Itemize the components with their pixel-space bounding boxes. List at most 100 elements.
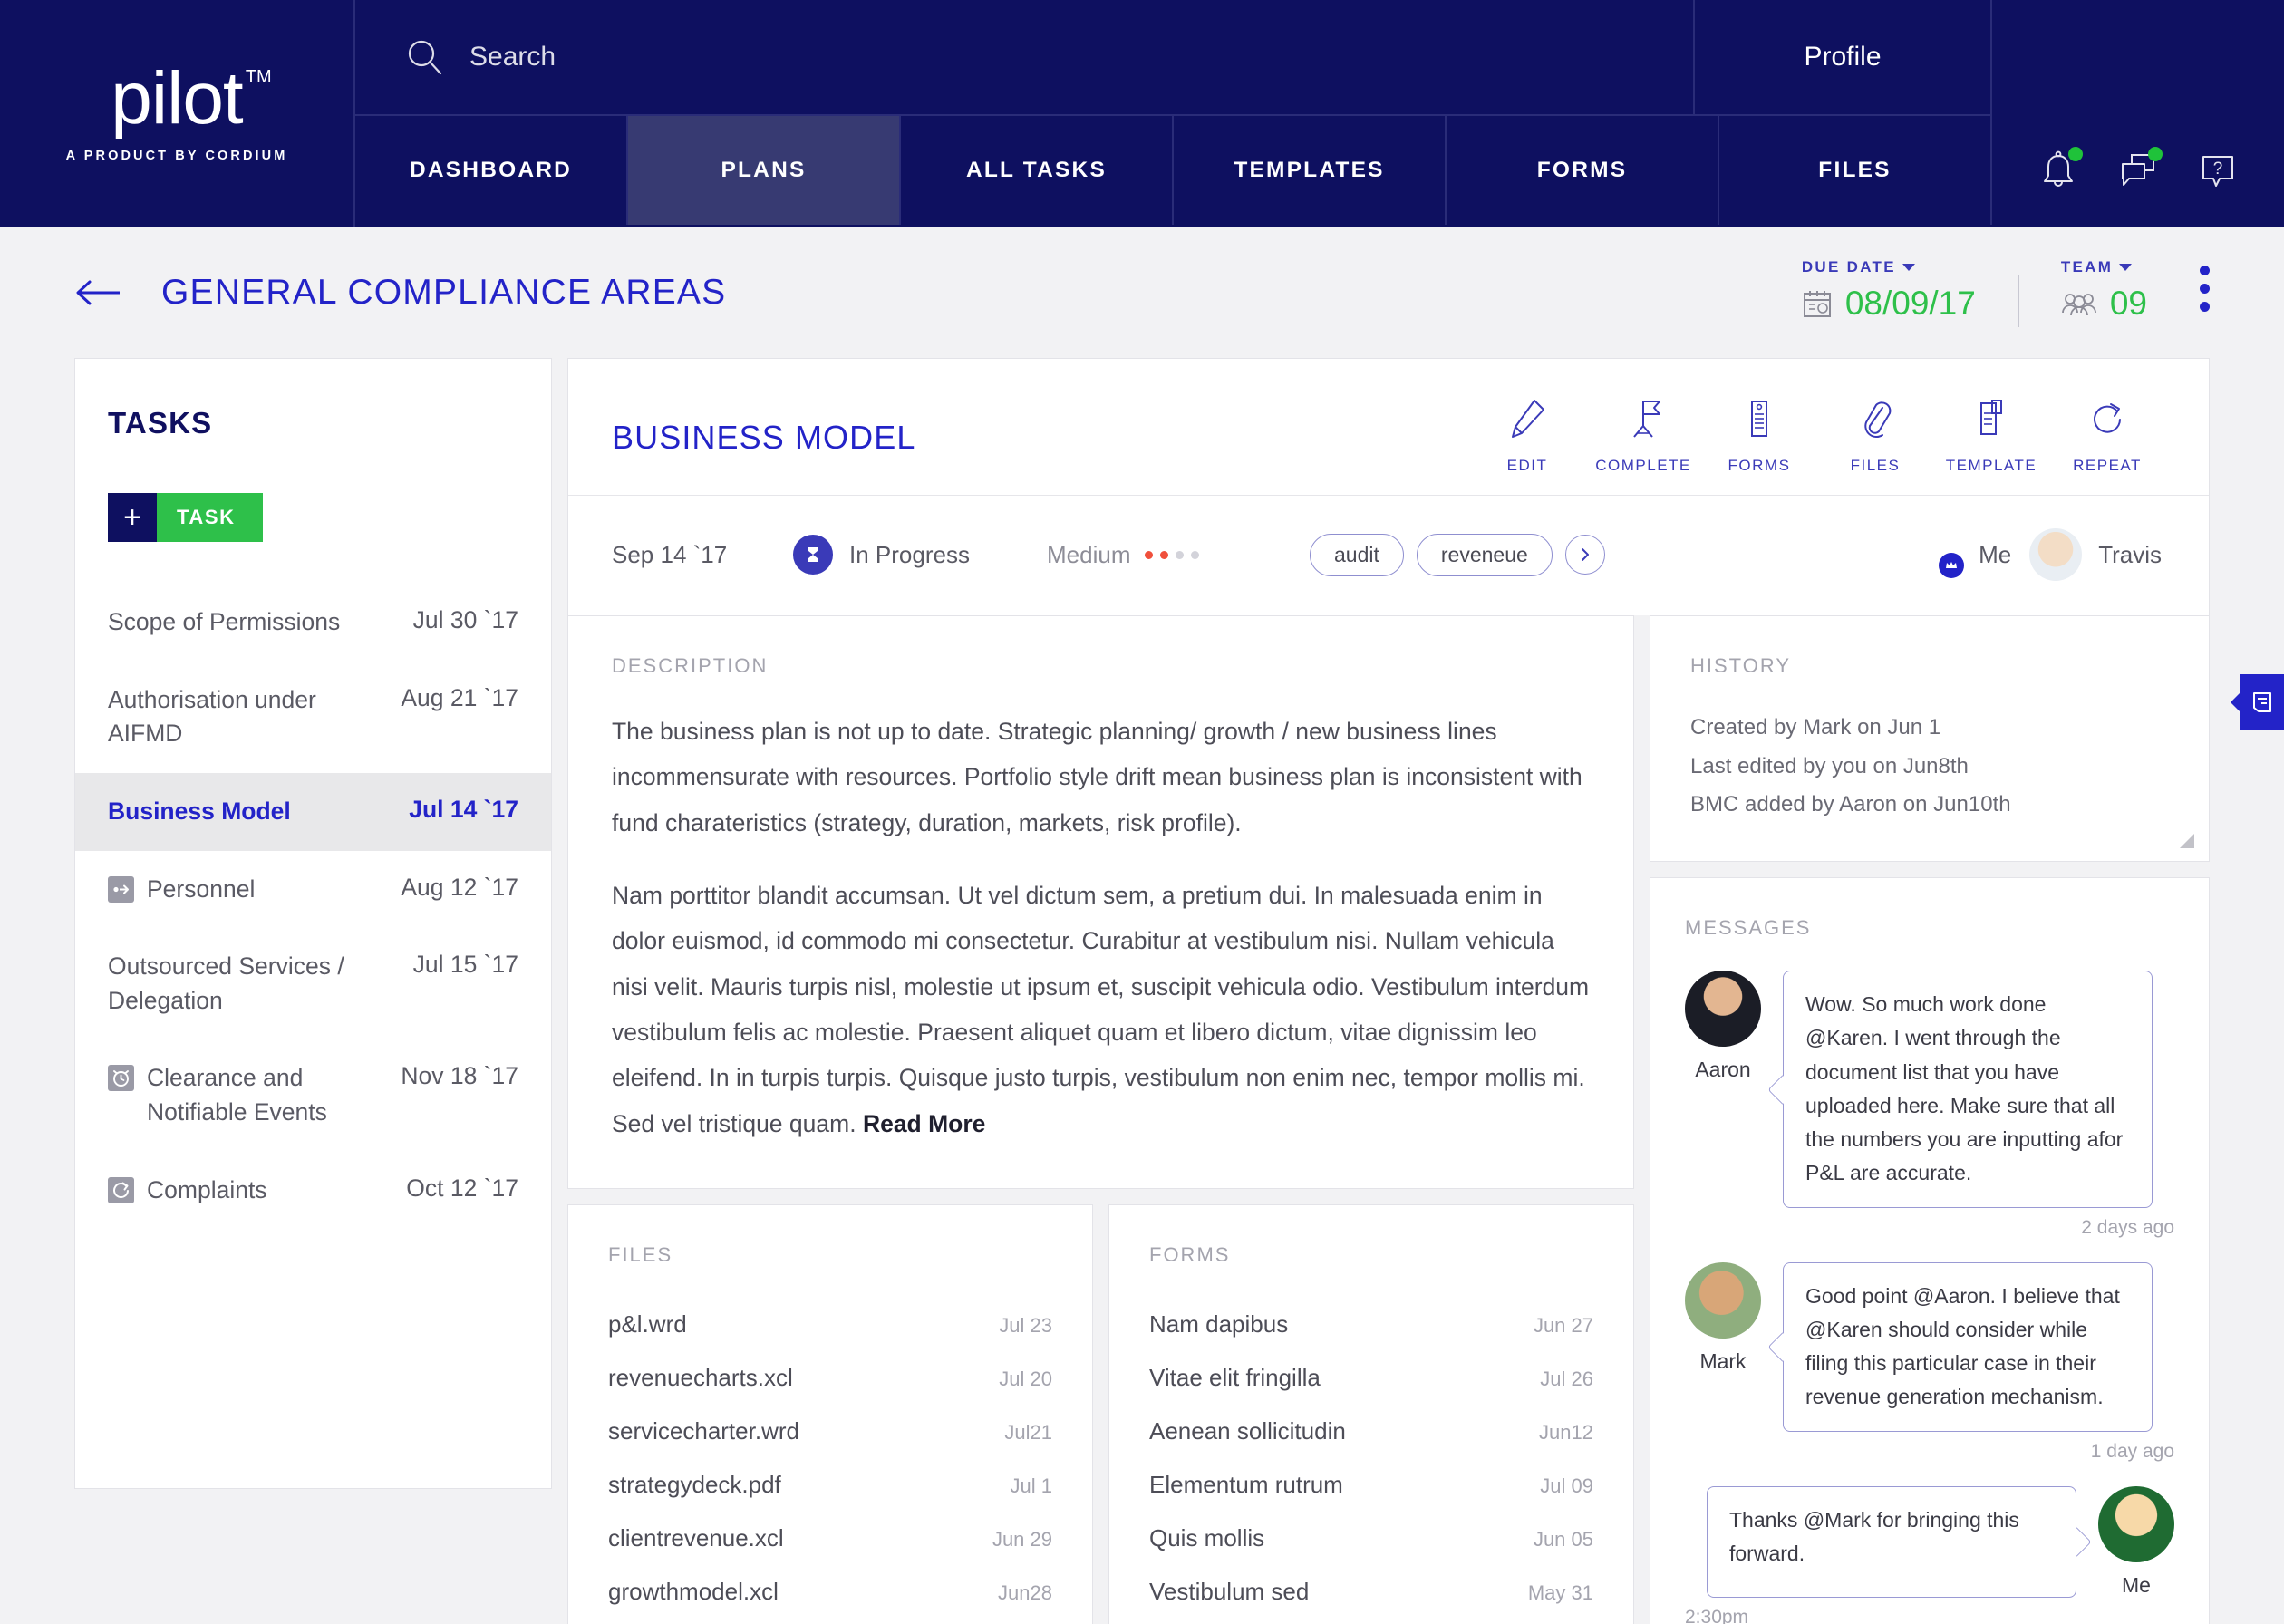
due-date-label-text: DUE DATE bbox=[1802, 258, 1896, 276]
file-row[interactable]: growthmodel.xclJun28 bbox=[608, 1565, 1052, 1619]
task-list-item[interactable]: Scope of Permissions Jul 30 `17 bbox=[75, 584, 551, 662]
task-status[interactable]: In Progress bbox=[793, 535, 1047, 575]
form-row[interactable]: Vitae elit fringillaJul 26 bbox=[1149, 1351, 1593, 1405]
profile-label: Profile bbox=[1804, 42, 1881, 72]
tab-dashboard[interactable]: DASHBOARD bbox=[355, 116, 628, 225]
file-row[interactable]: revenuecharts.xclJul 20 bbox=[608, 1351, 1052, 1405]
assignee-travis[interactable]: Travis bbox=[2029, 528, 2162, 581]
form-row[interactable]: MetusMay 25 bbox=[1149, 1619, 1593, 1624]
repeat-label: REPEAT bbox=[2073, 457, 2142, 475]
file-row[interactable]: p&l.wrdJul 23 bbox=[608, 1298, 1052, 1351]
nav-icons-spacer bbox=[1992, 0, 2284, 116]
description-card: DESCRIPTION The business plan is not up … bbox=[567, 615, 1634, 1189]
due-date-value-row: 08/09/17 bbox=[1802, 285, 1976, 323]
team-group[interactable]: TEAM 09 bbox=[2061, 258, 2147, 323]
forms-label: FORMS bbox=[1149, 1243, 1593, 1267]
search-input[interactable]: Search bbox=[469, 42, 556, 72]
task-date: Nov 18 `17 bbox=[401, 1061, 518, 1090]
tags-more-button[interactable] bbox=[1565, 535, 1605, 575]
task-list-item[interactable]: Authorisation under AIFMD Aug 21 `17 bbox=[75, 662, 551, 773]
files-card: FILES p&l.wrdJul 23 revenuecharts.xclJul… bbox=[567, 1204, 1093, 1624]
tasks-heading: TASKS bbox=[75, 359, 551, 440]
file-date: Jul 20 bbox=[999, 1368, 1052, 1391]
description-paragraph-1: The business plan is not up to date. Str… bbox=[612, 709, 1590, 846]
history-entry: Last edited by you on Jun8th bbox=[1690, 748, 2169, 787]
tab-dashboard-label: DASHBOARD bbox=[410, 158, 572, 183]
repeat-icon bbox=[108, 1177, 134, 1204]
template-icon bbox=[1968, 395, 2015, 442]
task-list-item[interactable]: Outsourced Services / Delegation Jul 15 … bbox=[75, 928, 551, 1039]
messages-button[interactable] bbox=[2115, 148, 2161, 193]
task-list-item[interactable]: Clearance and Notifiable Events Nov 18 `… bbox=[75, 1039, 551, 1151]
notes-panel-toggle[interactable] bbox=[2240, 674, 2284, 730]
file-date: Jun 29 bbox=[992, 1528, 1052, 1552]
assignee-name: Travis bbox=[2098, 541, 2162, 569]
avatar bbox=[2029, 528, 2082, 581]
form-name: Nam dapibus bbox=[1149, 1310, 1534, 1339]
add-task-button[interactable]: + TASK bbox=[108, 493, 263, 542]
brand-logo[interactable]: pilot TM A PRODUCT BY CORDIUM bbox=[0, 0, 355, 227]
task-status-label: In Progress bbox=[849, 541, 970, 569]
more-options-button[interactable] bbox=[2200, 266, 2210, 312]
tab-plans[interactable]: PLANS bbox=[628, 116, 901, 225]
form-row[interactable]: Vestibulum sedMay 31 bbox=[1149, 1565, 1593, 1619]
file-row[interactable]: servicecharter.wrdJul21 bbox=[608, 1405, 1052, 1458]
history-card: HISTORY Created by Mark on Jun 1 Last ed… bbox=[1650, 615, 2210, 862]
assignee-me[interactable]: Me bbox=[1962, 541, 2011, 569]
task-list-item-business-model[interactable]: Business Model Jul 14 `17 bbox=[75, 773, 551, 851]
svg-text:?: ? bbox=[2213, 160, 2223, 179]
form-row[interactable]: Nam dapibusJun 27 bbox=[1149, 1298, 1593, 1351]
hourglass-icon bbox=[793, 535, 833, 575]
alarm-icon bbox=[108, 1065, 134, 1091]
task-detail: BUSINESS MODEL EDIT bbox=[567, 358, 2210, 1624]
messages-label: MESSAGES bbox=[1685, 916, 2174, 940]
due-date-group[interactable]: DUE DATE 08/09/17 bbox=[1802, 258, 1976, 323]
calendar-icon bbox=[1802, 288, 1833, 319]
description-paragraph-2-text: Nam porttitor blandit accumsan. Ut vel d… bbox=[612, 882, 1589, 1137]
template-label: TEMPLATE bbox=[1946, 457, 2037, 475]
tab-forms[interactable]: FORMS bbox=[1447, 116, 1719, 225]
repeat-button[interactable]: REPEAT bbox=[2049, 395, 2165, 475]
search-bar[interactable]: Search bbox=[355, 0, 1695, 116]
brand-name: pilot bbox=[111, 57, 242, 140]
message-item: Mark Good point @Aaron. I believe that @… bbox=[1685, 1262, 2174, 1432]
task-list-item[interactable]: Personnel Aug 12 `17 bbox=[75, 851, 551, 929]
help-button[interactable]: ? bbox=[2195, 148, 2240, 193]
task-name: Business Model bbox=[108, 795, 409, 829]
task-list-item[interactable]: Complaints Oct 12 `17 bbox=[75, 1152, 551, 1230]
form-row[interactable]: Elementum rutrumJul 09 bbox=[1149, 1458, 1593, 1512]
profile-menu[interactable]: Profile bbox=[1695, 0, 1992, 116]
notifications-button[interactable] bbox=[2036, 148, 2081, 193]
task-action-toolbar: EDIT COMPLETE bbox=[1469, 395, 2165, 475]
edit-button[interactable]: EDIT bbox=[1469, 395, 1585, 475]
message-author: Me bbox=[2098, 1486, 2174, 1598]
template-button[interactable]: TEMPLATE bbox=[1933, 395, 2049, 475]
tab-templates[interactable]: TEMPLATES bbox=[1174, 116, 1447, 225]
edit-label: EDIT bbox=[1507, 457, 1548, 475]
file-row[interactable]: strategydeck.pdfJul 1 bbox=[608, 1458, 1052, 1512]
file-name: p&l.wrd bbox=[608, 1310, 999, 1339]
task-name: Scope of Permissions bbox=[108, 605, 413, 640]
help-icon: ? bbox=[2195, 148, 2240, 193]
tag-audit[interactable]: audit bbox=[1310, 534, 1404, 576]
tab-files[interactable]: FILES bbox=[1719, 116, 1992, 225]
file-row[interactable]: competitiveanalysis.pdfJun20 bbox=[608, 1619, 1052, 1624]
form-row[interactable]: Aenean sollicitudinJun12 bbox=[1149, 1405, 1593, 1458]
search-icon bbox=[406, 38, 444, 76]
task-meta-date: Sep 14 `17 bbox=[612, 541, 793, 569]
back-arrow-icon[interactable] bbox=[74, 277, 121, 308]
forms-button[interactable]: FORMS bbox=[1701, 395, 1817, 475]
task-priority[interactable]: Medium bbox=[1047, 541, 1310, 569]
form-row[interactable]: Quis mollisJun 05 bbox=[1149, 1512, 1593, 1565]
read-more-link[interactable]: Read More bbox=[863, 1110, 985, 1137]
avatar bbox=[1685, 971, 1761, 1047]
file-row[interactable]: clientrevenue.xclJun 29 bbox=[608, 1512, 1052, 1565]
tag-reveneue[interactable]: reveneue bbox=[1417, 534, 1553, 576]
pencil-icon bbox=[1504, 395, 1551, 442]
tab-all-tasks[interactable]: ALL TASKS bbox=[901, 116, 1174, 225]
brand-tagline: A PRODUCT BY CORDIUM bbox=[66, 149, 288, 163]
resize-handle-icon[interactable] bbox=[2176, 830, 2194, 848]
complete-button[interactable]: COMPLETE bbox=[1585, 395, 1701, 475]
files-button[interactable]: FILES bbox=[1817, 395, 1933, 475]
team-label: TEAM bbox=[2061, 258, 2132, 276]
